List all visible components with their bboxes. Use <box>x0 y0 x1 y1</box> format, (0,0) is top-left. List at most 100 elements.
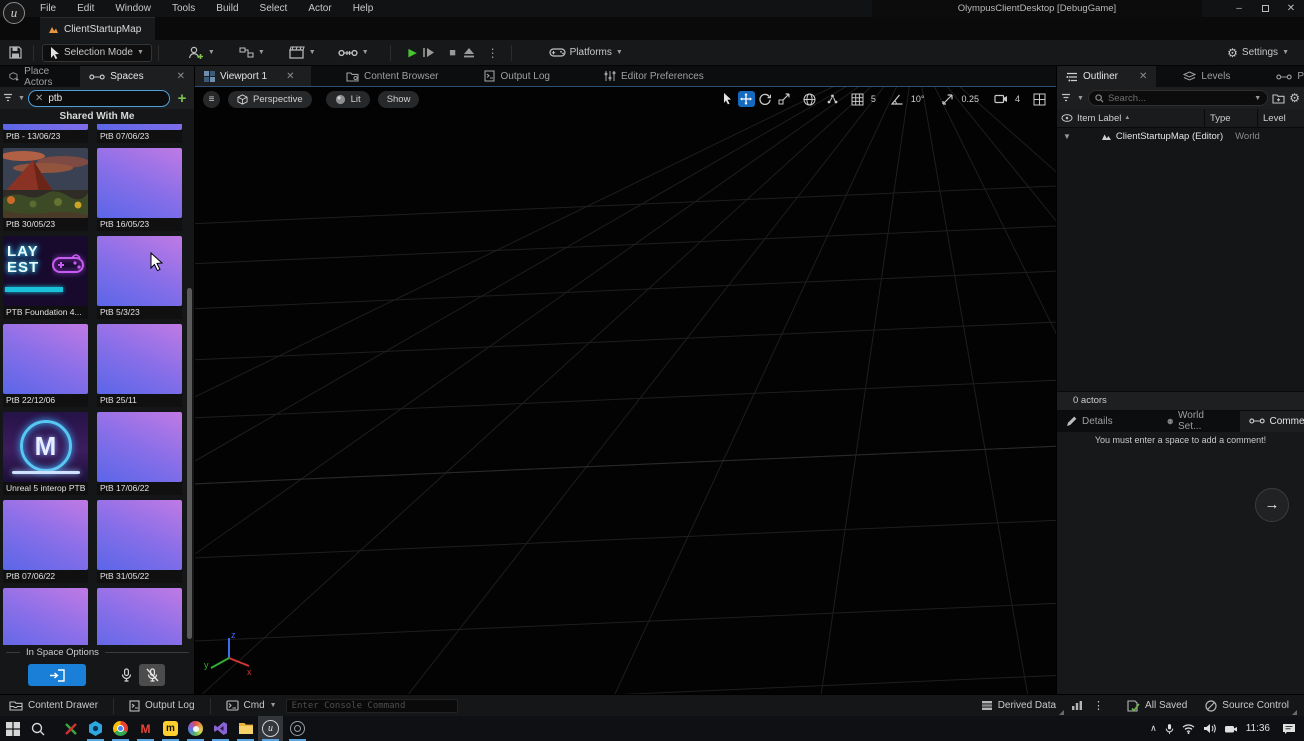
scale-snap-button[interactable] <box>939 91 956 107</box>
space-item[interactable]: PtB 25/11 <box>97 324 182 407</box>
filter-chevron-icon[interactable]: ▼ <box>18 95 25 102</box>
taskbar-app-blue[interactable] <box>83 716 108 741</box>
menu-tools[interactable]: Tools <box>172 3 195 14</box>
tab-comments[interactable]: Comments ✕ <box>1240 411 1304 432</box>
taskbar-app-gray-circle[interactable] <box>285 716 310 741</box>
close-tab-icon[interactable]: ✕ <box>1139 71 1147 82</box>
send-comment-button[interactable]: → <box>1255 488 1289 522</box>
tab-spaces[interactable]: Spaces ✕ <box>80 66 194 87</box>
tab-people[interactable]: People <box>1267 66 1304 87</box>
space-item[interactable]: PtB 17/06/22 <box>97 412 182 495</box>
surface-snap-button[interactable] <box>824 91 841 107</box>
menu-edit[interactable]: Edit <box>77 3 94 14</box>
outliner-filter-icon[interactable] <box>1061 93 1073 103</box>
play-button[interactable]: ▶ <box>403 46 423 59</box>
space-item[interactable]: PtB 5/3/23 <box>97 236 182 319</box>
taskbar-app-perforce[interactable] <box>58 716 83 741</box>
save-button[interactable] <box>4 44 27 61</box>
tray-volume-icon[interactable] <box>1203 723 1216 734</box>
restore-button[interactable] <box>1252 0 1278 17</box>
mic-on-button[interactable] <box>113 664 139 686</box>
tray-camera-icon[interactable] <box>1224 724 1238 734</box>
selection-mode-dropdown[interactable]: Selection Mode ▼ <box>42 44 152 62</box>
taskbar-search-button[interactable] <box>25 716 50 741</box>
visibility-column-icon[interactable] <box>1057 114 1077 122</box>
space-item[interactable]: PtB 31/05/22 <box>97 500 182 583</box>
space-item[interactable]: PtB - 13/06/23 <box>3 124 88 143</box>
tab-world-settings[interactable]: World Set... <box>1158 411 1218 432</box>
taskbar-app-visual-studio[interactable] <box>208 716 233 741</box>
scale-tool-button[interactable] <box>776 91 793 107</box>
show-dropdown[interactable]: Show <box>378 91 420 108</box>
start-button[interactable] <box>0 716 25 741</box>
tab-clientstartupmap[interactable]: ClientStartupMap <box>40 17 155 40</box>
statusbar-options-button[interactable]: ⋮ <box>1089 695 1108 716</box>
content-drawer-button[interactable]: Content Drawer <box>0 695 107 716</box>
outliner-row-world[interactable]: ▼ ClientStartupMap (Editor) World <box>1057 128 1304 144</box>
space-item[interactable]: M Unreal 5 interop PTB <box>3 412 88 495</box>
menu-actor[interactable]: Actor <box>308 3 331 14</box>
tab-levels[interactable]: Levels <box>1174 66 1239 87</box>
rotation-snap-value[interactable]: 10° <box>908 94 928 104</box>
taskbar-app-chrome[interactable] <box>108 716 133 741</box>
taskbar-app-explorer[interactable] <box>233 716 258 741</box>
tray-clock[interactable]: 11:36 <box>1246 723 1270 734</box>
console-command-input[interactable] <box>286 699 458 713</box>
move-tool-button[interactable] <box>738 91 755 107</box>
taskbar-app-gmail[interactable]: M <box>133 716 158 741</box>
camera-speed-button[interactable] <box>992 91 1010 107</box>
taskbar-app-miro[interactable]: m <box>158 716 183 741</box>
tab-outliner[interactable]: Outliner ✕ <box>1057 66 1156 87</box>
all-saved-button[interactable]: All Saved <box>1118 695 1196 716</box>
viewport-menu-button[interactable]: ≡ <box>203 91 220 108</box>
tab-editor-preferences[interactable]: Editor Preferences <box>595 66 713 86</box>
leave-space-button[interactable] <box>28 664 86 686</box>
new-folder-icon[interactable] <box>1272 93 1285 104</box>
select-tool-button[interactable] <box>719 91 736 107</box>
viewport-3d[interactable]: ≡ Perspective Lit Show <box>195 87 1056 694</box>
space-item[interactable] <box>3 588 88 645</box>
space-item[interactable]: PtB 16/05/23 <box>97 148 182 231</box>
taskbar-app-unreal[interactable]: u <box>258 716 283 741</box>
stop-button[interactable]: ■ <box>443 47 463 59</box>
menu-file[interactable]: File <box>40 3 56 14</box>
sequence-button[interactable]: ▼ <box>333 46 374 60</box>
add-space-button[interactable]: + <box>173 90 191 107</box>
close-tab-icon[interactable]: ✕ <box>177 71 185 82</box>
mic-muted-button[interactable] <box>139 664 165 686</box>
world-space-button[interactable] <box>801 91 818 107</box>
grid-snap-value[interactable]: 5 <box>868 94 879 104</box>
column-type[interactable]: Type <box>1205 113 1257 124</box>
perspective-dropdown[interactable]: Perspective <box>228 91 312 108</box>
space-item[interactable]: PtB 22/12/06 <box>3 324 88 407</box>
filter-chevron-icon[interactable]: ▼ <box>1077 95 1084 102</box>
tab-output-log[interactable]: Output Log <box>475 66 558 86</box>
search-options-chevron-icon[interactable]: ▼ <box>1254 95 1261 102</box>
close-tab-icon[interactable]: ✕ <box>286 71 294 82</box>
eject-button[interactable] <box>463 47 483 58</box>
column-item-label[interactable]: Item Label▲ <box>1077 113 1204 124</box>
cinematics-button[interactable]: ▼ <box>284 44 321 61</box>
spaces-scrollbar[interactable] <box>187 288 192 639</box>
menu-help[interactable]: Help <box>353 3 374 14</box>
taskbar-app-palette[interactable] <box>183 716 208 741</box>
column-level[interactable]: Level <box>1258 113 1304 124</box>
menu-window[interactable]: Window <box>115 3 151 14</box>
space-item[interactable]: PtB 07/06/23 <box>97 124 182 143</box>
tab-place-actors[interactable]: Place Actors <box>0 66 80 87</box>
settings-dropdown[interactable]: ⚙ Settings ▼ <box>1222 44 1294 62</box>
space-item[interactable] <box>97 588 182 645</box>
lit-dropdown[interactable]: Lit <box>326 91 370 108</box>
frame-skip-button[interactable] <box>423 47 443 58</box>
space-item[interactable]: PtB 30/05/23 <box>3 148 88 231</box>
platforms-dropdown[interactable]: Platforms ▼ <box>544 45 628 60</box>
performance-button[interactable] <box>1065 695 1089 716</box>
blueprints-button[interactable]: ▼ <box>234 44 270 61</box>
menu-select[interactable]: Select <box>260 3 288 14</box>
rotation-snap-button[interactable] <box>889 91 906 107</box>
outliner-search-input[interactable] <box>1108 93 1250 104</box>
output-log-button[interactable]: Output Log <box>120 695 203 716</box>
camera-speed-value[interactable]: 4 <box>1012 94 1023 104</box>
close-button[interactable]: ✕ <box>1278 0 1304 17</box>
source-control-button[interactable]: Source Control <box>1196 695 1298 716</box>
